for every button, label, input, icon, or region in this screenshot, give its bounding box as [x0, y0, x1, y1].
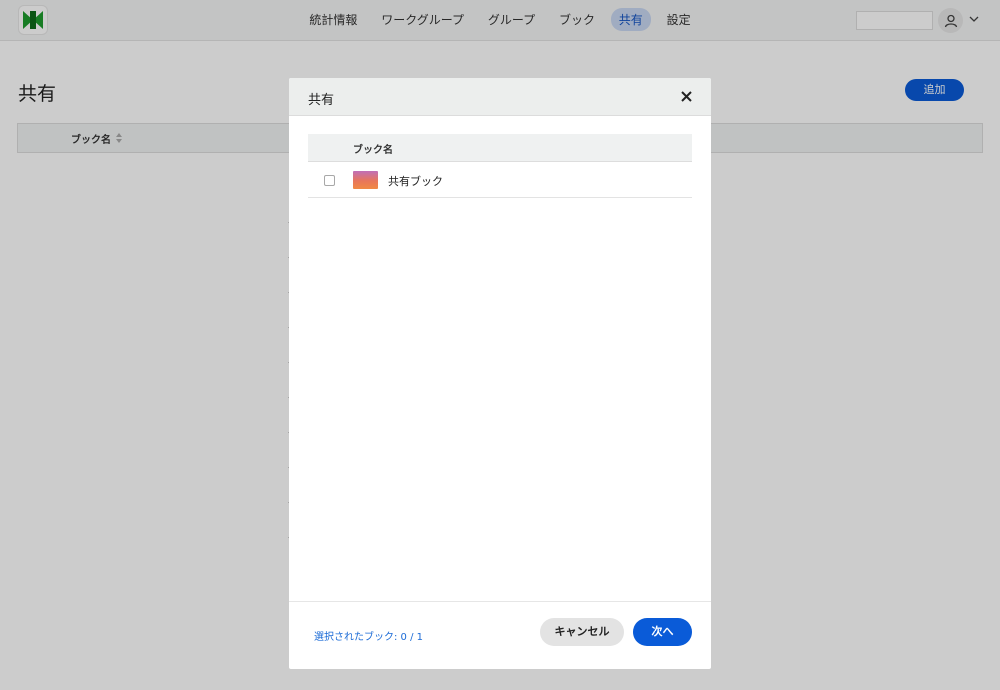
selected-count-text: 選択されたブック: 0 / 1	[314, 632, 423, 643]
next-button[interactable]: 次へ	[633, 618, 692, 646]
column-header-book-name: ブック名	[353, 145, 393, 156]
close-icon	[680, 90, 692, 102]
dialog-footer: 選択されたブック: 0 / 1 キャンセル 次へ	[289, 601, 711, 669]
book-thumbnail	[353, 171, 378, 189]
list-item[interactable]: 共有ブック	[308, 162, 692, 198]
close-button[interactable]	[677, 87, 695, 105]
book-select-checkbox[interactable]	[324, 175, 335, 186]
book-name: 共有ブック	[388, 175, 443, 188]
share-dialog: 共有 ブック名 共有ブック 選択されたブック: 0 / 1 キャンセル 次へ	[289, 78, 711, 669]
cancel-button[interactable]: キャンセル	[540, 618, 624, 646]
dialog-title: 共有	[308, 93, 335, 108]
book-list-header: ブック名	[308, 134, 692, 162]
dialog-header: 共有	[289, 78, 711, 116]
